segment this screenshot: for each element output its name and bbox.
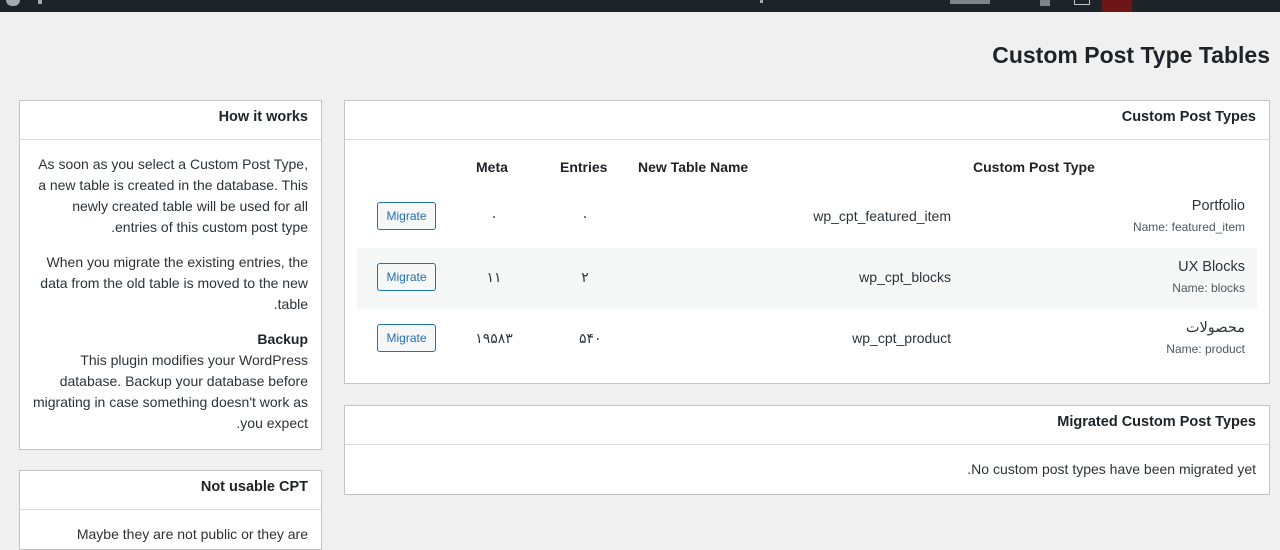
card-title: How it works [20,101,321,140]
card-title: Custom Post Types [345,101,1269,140]
table-row: Migrate ۱۹۵۸۳ ۵۴۰ wp_cpt_product محصولات… [357,309,1257,370]
backup-text: This plugin modifies your WordPress data… [32,352,308,431]
column-header-meta: Meta [476,159,508,175]
migrate-button[interactable]: Migrate [377,202,436,230]
page-title: Custom Post Type Tables [992,42,1270,68]
backup-heading: Backup [257,331,308,347]
how-it-works-paragraph: As soon as you select a Custom Post Type… [38,156,308,235]
card-title: Migrated Custom Post Types [345,406,1269,445]
table-row: Migrate ۰ ۰ wp_cpt_featured_item Portfol… [357,187,1257,248]
migrated-custom-post-types-card: Migrated Custom Post Types No custom pos… [344,405,1270,495]
custom-post-types-card: Custom Post Types Meta Entries New Table… [344,100,1270,384]
migrate-button[interactable]: Migrate [377,324,436,352]
meta-count: ۱۱ [486,269,502,285]
cpt-title: Portfolio [1191,198,1245,214]
column-header-entries: Entries [560,159,608,175]
menu-dot-icon[interactable] [760,0,763,3]
entries-count: ۵۴۰ [579,330,602,346]
new-table-name: wp_cpt_product [852,330,951,346]
migrate-button[interactable]: Migrate [377,263,436,291]
entries-count: ۰ [581,208,589,224]
how-it-works-paragraph: When you migrate the existing entries, t… [40,254,308,312]
cpt-name: Name: blocks [1172,281,1245,295]
cpt-name: Name: featured_item [1132,220,1245,234]
column-header-new-table-name: New Table Name [638,159,749,175]
empty-message: No custom post types have been migrated … [967,461,1256,477]
admin-bar [0,0,1280,12]
cpt-title: محصولات [1185,320,1245,336]
wordpress-logo-icon[interactable] [6,0,20,6]
meta-count: ۱۹۵۸۳ [475,330,513,346]
not-usable-cpt-card: Not usable CPT Maybe they are not public… [19,470,322,550]
comments-icon[interactable] [1040,0,1050,6]
admin-bar-highlight[interactable] [1102,0,1132,12]
cpt-name: Name: product [1166,342,1245,356]
meta-count: ۰ [490,208,498,224]
table-row: Migrate ۱۱ ۲ wp_cpt_blocks UX Blocks Nam… [357,248,1257,309]
column-header-custom-post-type: Custom Post Type [973,159,1095,175]
admin-bar-text[interactable] [950,0,990,4]
site-icon[interactable] [38,0,42,4]
calendar-icon[interactable] [1074,0,1090,5]
entries-count: ۲ [581,269,589,285]
new-table-name: wp_cpt_featured_item [813,208,951,224]
how-it-works-card: How it works As soon as you select a Cus… [19,100,322,450]
card-title: Not usable CPT [20,471,321,510]
cpt-title: UX Blocks [1178,259,1245,275]
new-table-name: wp_cpt_blocks [859,269,951,285]
